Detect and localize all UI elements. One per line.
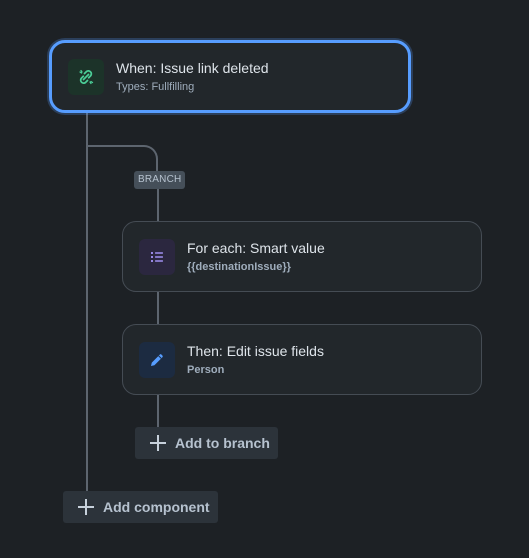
- add-component-label: Add component: [103, 499, 210, 515]
- action-1-title: For each: Smart value: [187, 240, 325, 256]
- action-card-for-each[interactable]: For each: Smart value {{destinationIssue…: [122, 221, 482, 292]
- list-icon: [151, 251, 163, 262]
- branch-connector-to-add-button: [157, 395, 159, 428]
- plus-icon: [78, 499, 94, 515]
- action-2-subtitle: Person: [187, 364, 225, 376]
- branch-connector-to-action-1: [157, 189, 159, 222]
- action-2-text: Then: Edit issue fields Person: [187, 342, 324, 377]
- action-card-edit-fields[interactable]: Then: Edit issue fields Person: [122, 324, 482, 395]
- main-connector-line: [86, 113, 88, 492]
- trigger-card[interactable]: When: Issue link deleted Types: Fullfill…: [49, 40, 411, 113]
- branch-badge: BRANCH: [134, 171, 186, 189]
- add-to-branch-label: Add to branch: [175, 435, 270, 451]
- action-1-text: For each: Smart value {{destinationIssue…: [187, 239, 325, 274]
- add-to-branch-button[interactable]: Add to branch: [135, 427, 278, 459]
- trigger-text: When: Issue link deleted Types: Fullfill…: [116, 59, 269, 94]
- action-2-title: Then: Edit issue fields: [187, 343, 324, 359]
- add-component-button[interactable]: Add component: [63, 491, 218, 523]
- trigger-icon-box: [68, 58, 104, 95]
- branch-connector-between-actions: [157, 292, 159, 325]
- branch-connector-curve: [88, 145, 158, 167]
- trigger-title: When: Issue link deleted: [116, 60, 269, 76]
- pencil-icon: [151, 353, 163, 366]
- list-icon-box: [139, 238, 175, 275]
- pencil-icon-box: [139, 341, 175, 378]
- plus-icon: [150, 435, 166, 451]
- action-1-subtitle: {{destinationIssue}}: [187, 261, 291, 273]
- trigger-subtitle: Types: Fullfilling: [116, 81, 195, 93]
- link-broken-icon: [79, 69, 94, 84]
